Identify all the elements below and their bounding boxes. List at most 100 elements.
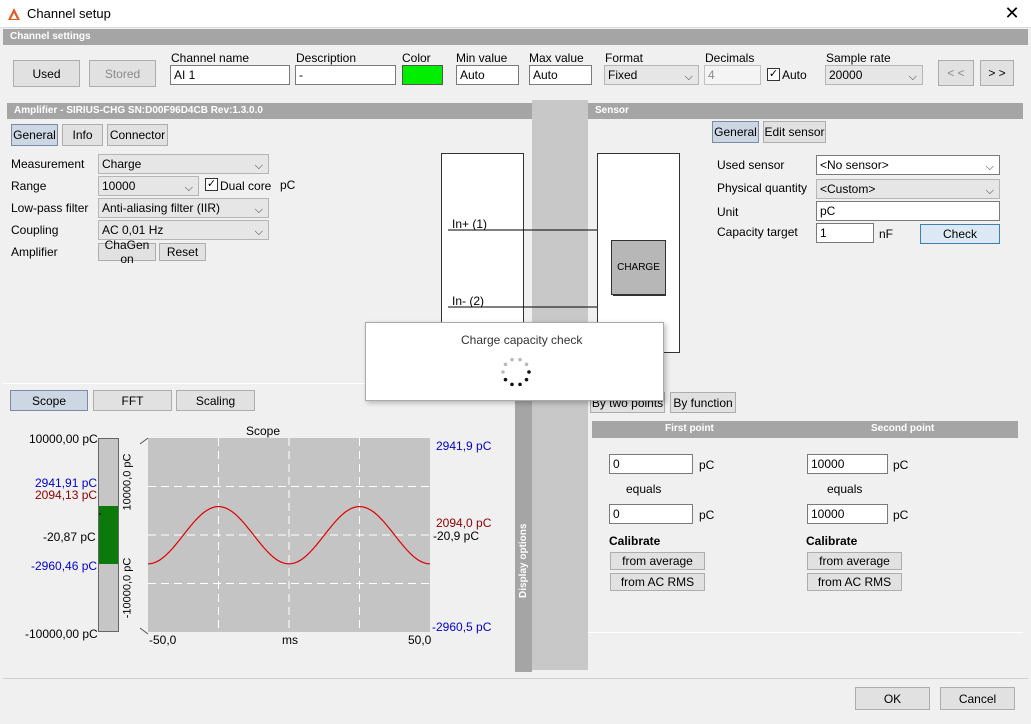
max-value-label: Max value [529,51,584,65]
scope-title: Scope [246,424,281,438]
ok-button[interactable]: OK [855,687,930,710]
used-sensor-select[interactable]: <No sensor> ⌵ [816,155,1000,175]
auto-label: Auto [782,68,807,82]
color-swatch[interactable] [402,65,443,85]
window-title: Channel setup [27,6,111,21]
sample-rate-label: Sample rate [826,51,891,65]
description-input[interactable]: - [295,65,396,85]
first-equals: equals [626,482,662,496]
spinner-dot [503,377,508,382]
decimals-label: Decimals [705,51,755,65]
x-unit-label: ms [282,633,298,647]
chagen-button[interactable]: ChaGen on [98,238,156,266]
left-min-label: -2960,46 pC [31,559,98,573]
format-select[interactable]: Fixed ⌵ [604,65,699,85]
divider [588,632,1023,633]
tab-info[interactable]: Info [62,124,103,146]
chevron-down-icon: ⌵ [684,71,693,83]
used-sensor-label: Used sensor [717,158,785,172]
max-value-input[interactable]: Auto [529,65,592,85]
right-max-label: 2941,9 pC [436,439,492,453]
cancel-button[interactable]: Cancel [940,687,1015,710]
second-calibrate-label: Calibrate [806,534,858,548]
amplifier-header: Amplifier - SIRIUS-CHG SN:D00F96D4CB Rev… [7,103,532,119]
description-label: Description [296,51,357,65]
left-top-label: 10000,00 pC [29,432,98,446]
x-max-label: 50,0 [408,633,432,647]
left-bottom-label: -10000,00 pC [25,627,98,641]
right-mid-label: -20,9 pC [433,529,480,543]
spinner-dot [518,382,522,387]
used-button[interactable]: Used [13,60,80,87]
second-from-average-button[interactable]: from average [807,552,902,570]
measurement-select[interactable]: Charge ⌵ [98,154,269,174]
second-point-label: Second point [871,423,935,434]
min-value-input[interactable]: Auto [456,65,519,85]
loading-spinner-icon [501,357,531,387]
range-unit: pC [280,178,296,192]
second-point-output[interactable]: 10000 [807,504,888,524]
first-input-unit: pC [699,458,715,472]
spinner-dot [501,370,505,374]
right-min-label: -2960,5 pC [432,620,492,634]
scope-plot[interactable] [148,438,430,632]
tab-scaling[interactable]: Scaling [176,390,255,411]
range-select[interactable]: 10000 ⌵ [98,176,199,196]
channel-settings-header: Channel settings [3,29,1028,45]
check-button[interactable]: Check [920,224,1000,244]
first-from-average-button[interactable]: from average [610,552,705,570]
format-label: Format [605,51,644,65]
prev-channel-button[interactable]: < < [938,60,974,86]
tab-scope[interactable]: Scope [10,390,88,411]
display-options-bar[interactable]: Display options [515,400,532,672]
physical-quantity-select[interactable]: <Custom> ⌵ [816,179,1000,199]
tab-connector[interactable]: Connector [107,124,168,146]
capacity-target-input[interactable]: 1 [816,223,874,243]
auto-checkbox[interactable]: ✓ [767,68,780,81]
tab-fft[interactable]: FFT [93,390,172,411]
next-channel-button[interactable]: > > [980,60,1014,86]
spinner-dot [524,362,529,367]
first-output-unit: pC [699,508,715,522]
unit-input[interactable]: pC [816,201,1000,221]
amplifier-label: Amplifier [11,245,58,259]
channel-name-label: Channel name [171,51,250,65]
spinner-dot [518,357,522,362]
first-point-output[interactable]: 0 [609,504,693,524]
sensor-tab-general[interactable]: General [712,121,759,143]
tab-general[interactable]: General [11,124,58,146]
app-logo-icon [8,8,20,20]
chevron-down-icon: ⌵ [184,182,193,194]
decimals-input[interactable]: 4 [704,65,761,85]
measurement-label: Measurement [11,157,85,171]
lowpass-select[interactable]: Anti-aliasing filter (IIR) ⌵ [98,198,269,218]
coupling-select[interactable]: AC 0,01 Hz ⌵ [98,220,269,240]
sensor-header: Sensor [588,103,1023,119]
first-from-ac-rms-button[interactable]: from AC RMS [610,573,705,591]
dual-core-checkbox[interactable]: ✓ [205,178,218,191]
stored-button[interactable]: Stored [89,60,156,87]
coupling-value: AC 0,01 Hz [102,223,164,237]
sample-rate-select[interactable]: 20000 ⌵ [825,65,923,85]
bar-connector [99,437,149,635]
title-bar: Channel setup ✕ [0,0,1031,28]
spinner-dot [510,382,514,387]
second-from-ac-rms-button[interactable]: from AC RMS [807,573,902,591]
close-icon[interactable]: ✕ [1000,2,1024,26]
second-equals: equals [827,482,863,496]
range-value: 10000 [102,179,136,193]
first-point-input[interactable]: 0 [609,454,693,474]
physical-quantity-value: <Custom> [820,182,876,196]
channel-name-input[interactable]: AI 1 [170,65,290,85]
scope-grid [148,438,430,632]
reset-button[interactable]: Reset [159,243,206,261]
spinner-dot [524,377,529,382]
color-label: Color [402,51,431,65]
spinner-dot [503,362,508,367]
second-point-input[interactable]: 10000 [807,454,888,474]
tab-by-function[interactable]: By function [670,392,736,413]
second-input-unit: pC [893,458,909,472]
charge-block: CHARGE [611,240,666,295]
sensor-tab-edit[interactable]: Edit sensor [763,121,826,143]
points-header: First point Second point [592,421,1018,438]
